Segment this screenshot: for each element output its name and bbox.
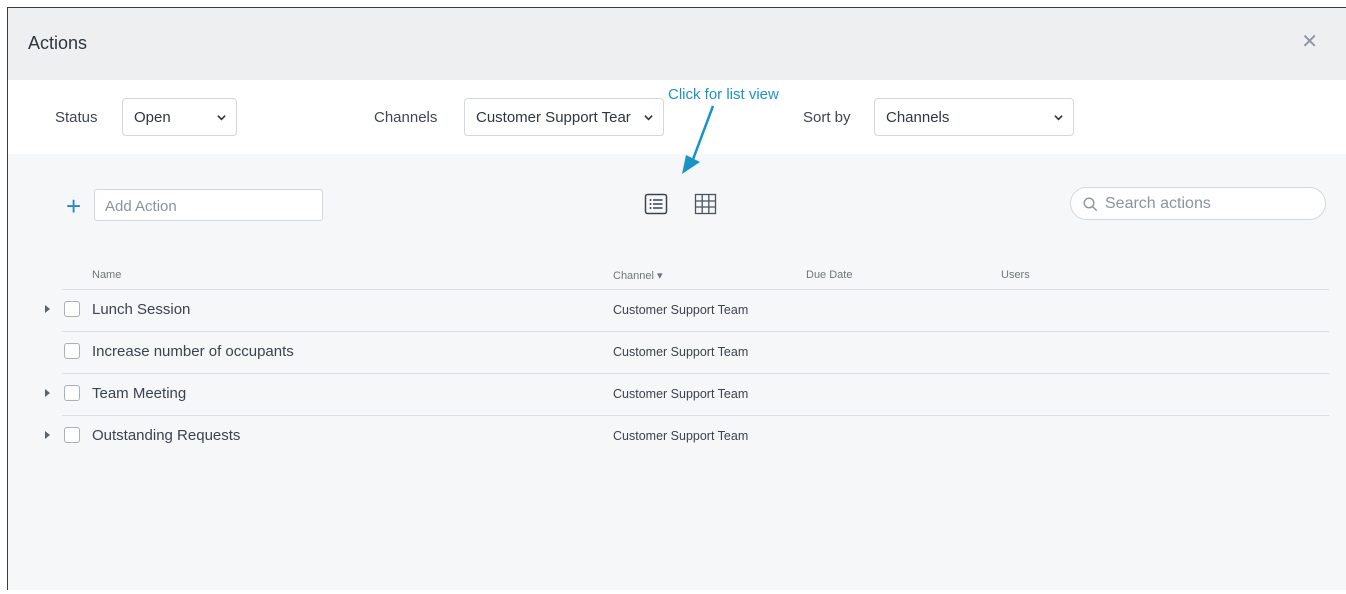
status-select-value: Open [134, 109, 171, 126]
row-checkbox[interactable] [64, 301, 80, 317]
table-row[interactable]: Team Meeting Customer Support Team [8, 373, 1346, 415]
column-header-users[interactable]: Users [1001, 269, 1030, 281]
modal-header: Actions ✕ [8, 8, 1346, 80]
row-channel: Customer Support Team [613, 387, 749, 401]
search-icon [1083, 197, 1098, 212]
modal-title: Actions [28, 33, 88, 53]
column-header-channel[interactable]: Channel ▾ [613, 269, 663, 282]
column-header-due-date[interactable]: Due Date [806, 269, 852, 281]
channels-select[interactable]: Customer Support Tear [464, 98, 664, 136]
status-label: Status [55, 109, 98, 126]
row-name: Team Meeting [92, 385, 187, 402]
actions-modal: Actions ✕ Status Open Channels Customer … [7, 7, 1346, 590]
sortby-select-value: Channels [886, 109, 950, 126]
table-row[interactable]: Lunch Session Customer Support Team [8, 289, 1346, 331]
row-checkbox[interactable] [64, 343, 80, 359]
callout-arrow-icon [682, 105, 715, 174]
grid-view-icon[interactable] [694, 193, 718, 215]
sortby-label: Sort by [803, 109, 851, 126]
channels-select-value: Customer Support Tear [476, 109, 631, 126]
table-row[interactable]: Outstanding Requests Customer Support Te… [8, 415, 1346, 457]
search-placeholder: Search actions [1105, 195, 1211, 212]
expand-caret-icon[interactable] [45, 305, 50, 313]
chevron-down-icon [644, 115, 653, 121]
column-header-name[interactable]: Name [92, 269, 121, 281]
status-select[interactable]: Open [122, 98, 237, 136]
expand-caret-icon[interactable] [45, 389, 50, 397]
row-name: Outstanding Requests [92, 427, 241, 444]
row-channel: Customer Support Team [613, 345, 749, 359]
row-checkbox[interactable] [64, 385, 80, 401]
add-action-button[interactable]: + [66, 193, 81, 219]
row-channel: Customer Support Team [613, 429, 749, 443]
add-action-input[interactable]: Add Action [94, 189, 323, 221]
expand-caret-icon[interactable] [45, 431, 50, 439]
list-view-icon[interactable] [644, 193, 668, 215]
search-actions-input[interactable]: Search actions [1070, 187, 1326, 220]
list-view-callout: Click for list view [668, 86, 779, 103]
table-row[interactable]: Increase number of occupants Customer Su… [8, 331, 1346, 373]
row-name: Lunch Session [92, 301, 191, 318]
close-icon[interactable]: ✕ [1301, 32, 1318, 52]
channels-label: Channels [374, 109, 438, 126]
row-checkbox[interactable] [64, 427, 80, 443]
chevron-down-icon [1054, 115, 1063, 121]
row-channel: Customer Support Team [613, 303, 749, 317]
sortby-select[interactable]: Channels [874, 98, 1074, 136]
row-name: Increase number of occupants [92, 343, 294, 360]
chevron-down-icon [217, 115, 226, 121]
